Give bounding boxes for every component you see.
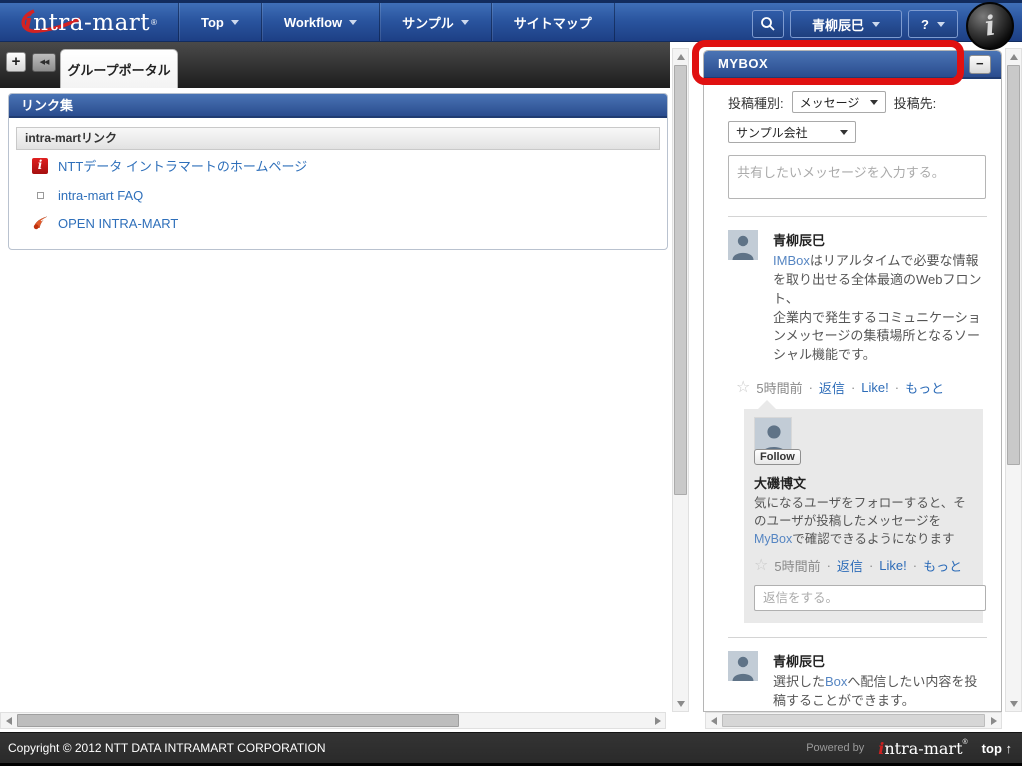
scrollbar-thumb[interactable] (17, 714, 459, 727)
timeline-post: 青柳辰巳 IMBoxはリアルタイムで必要な情報を取り出せる全体最適のWebフロン… (704, 217, 1001, 397)
post-type-label: 投稿種別: (728, 93, 784, 112)
favorite-star-icon[interactable]: ☆ (754, 558, 768, 574)
main-horizontal-scrollbar[interactable] (0, 712, 666, 729)
dropdown-arrow-icon (840, 130, 848, 135)
reply-link[interactable]: 返信 (819, 378, 845, 397)
logo-text: intra-mart (24, 9, 150, 36)
chevron-down-icon (461, 20, 469, 25)
more-link[interactable]: もっと (923, 556, 962, 575)
reply-input[interactable] (754, 585, 986, 611)
post-author: 大磯博文 (754, 473, 973, 492)
collapse-tabs-button[interactable]: ◀◀ (32, 53, 56, 72)
post-to-label: 投稿先: (894, 93, 937, 112)
post-type-select[interactable]: メッセージ (792, 91, 886, 113)
scroll-up-icon[interactable] (1010, 54, 1018, 60)
list-item: intra-mart FAQ (16, 181, 660, 209)
list-item: OPEN INTRA-MART (16, 209, 660, 237)
intra-mart-red-icon: i (32, 158, 48, 174)
square-outline-icon (32, 187, 48, 203)
scrollbar-thumb[interactable] (722, 714, 985, 727)
link-ntt-data-homepage[interactable]: NTTデータ イントラマートのホームページ (58, 156, 307, 175)
post-to-select[interactable]: サンプル会社 (728, 121, 856, 143)
footer-intra-mart-logo: intra-mart® (878, 739, 967, 758)
post-text: 気になるユーザをフォローすると、そのユーザが投稿したメッセージをMyBoxで確認… (754, 494, 973, 548)
intra-mart-emblem-icon: i (966, 2, 1014, 50)
powered-by-label: Powered by (806, 742, 864, 754)
copyright-text: Copyright © 2012 NTT DATA INTRAMART CORP… (8, 741, 326, 755)
post-author: 青柳辰巳 (773, 651, 989, 670)
user-menu-button[interactable]: 青柳辰巳 (790, 10, 902, 38)
timeline-post: 青柳辰巳 選択したBoxへ配信したい内容を投稿することができます。 投稿先の初期… (704, 638, 1001, 712)
follow-suggestion-card: Follow 大磯博文 気になるユーザをフォローすると、そのユーザが投稿したメッ… (744, 409, 983, 623)
links-section-header: intra-martリンク (16, 127, 660, 150)
post-author: 青柳辰巳 (773, 230, 989, 249)
links-portlet-title: リンク集 (9, 94, 667, 118)
menu-item-top[interactable]: Top (178, 3, 261, 41)
tab-strip: + ◀◀ グループポータル (0, 42, 670, 88)
menu-item-workflow[interactable]: Workflow (261, 3, 379, 41)
like-link[interactable]: Like! (879, 558, 906, 573)
post-timestamp: 5時間前 (756, 378, 802, 397)
link-open-intra-mart[interactable]: OPEN INTRA-MART (58, 216, 178, 231)
scrollbar-thumb[interactable] (1007, 65, 1020, 465)
logo-registered-mark: ® (151, 18, 157, 27)
follow-button[interactable]: Follow (754, 449, 801, 465)
search-button[interactable] (752, 10, 784, 38)
mybox-horizontal-scrollbar[interactable] (705, 712, 1002, 729)
scroll-right-icon[interactable] (991, 717, 997, 725)
main-menu: Top Workflow サンプル サイトマップ (178, 3, 615, 41)
message-input[interactable] (728, 155, 986, 199)
link-intra-mart-faq[interactable]: intra-mart FAQ (58, 188, 143, 203)
page-vertical-scrollbar[interactable] (1005, 48, 1022, 712)
mybox-title-bar: MYBOX − (704, 51, 1001, 79)
search-icon (760, 16, 776, 32)
scroll-up-icon[interactable] (677, 54, 685, 60)
chevron-down-icon (349, 20, 357, 25)
avatar (728, 651, 758, 681)
scroll-left-icon[interactable] (6, 717, 12, 725)
scroll-down-icon[interactable] (677, 701, 685, 707)
chevron-down-icon (872, 22, 880, 27)
mybox-title: MYBOX (718, 56, 768, 71)
chevron-down-icon (231, 20, 239, 25)
back-to-top-link[interactable]: top ↑ (982, 741, 1012, 756)
post-text: 企業内で発生するコミュニケーションメッセージの集積場所となるソーシャル機能です。 (773, 309, 989, 366)
scroll-down-icon[interactable] (1010, 701, 1018, 707)
top-navigation-bar: intra-mart ® Top Workflow サンプル サイトマップ 青柳… (0, 0, 1022, 42)
scroll-right-icon[interactable] (655, 717, 661, 725)
post-text: 選択したBoxへ配信したい内容を投稿することができます。 (773, 673, 989, 711)
like-link[interactable]: Like! (861, 380, 888, 395)
tab-group-portal[interactable]: グループポータル (60, 49, 178, 88)
mybox-portlet: MYBOX − 投稿種別: メッセージ 投稿先: サンプル会社 (703, 50, 1002, 712)
page-footer: Copyright © 2012 NTT DATA INTRAMART CORP… (0, 732, 1022, 766)
speech-notch (758, 400, 776, 409)
reply-link[interactable]: 返信 (837, 556, 863, 575)
main-vertical-scrollbar[interactable] (672, 48, 689, 712)
post-text: IMBoxはリアルタイムで必要な情報を取り出せる全体最適のWebフロント、 (773, 252, 989, 309)
post-timestamp: 5時間前 (774, 556, 820, 575)
list-item: i NTTデータ イントラマートのホームページ (16, 150, 660, 181)
favorite-star-icon[interactable]: ☆ (736, 380, 750, 396)
minimize-button[interactable]: − (969, 55, 991, 74)
chevron-down-icon (937, 22, 945, 27)
intra-mart-logo: intra-mart ® (0, 3, 178, 41)
scroll-left-icon[interactable] (711, 717, 717, 725)
scrollbar-thumb[interactable] (674, 65, 687, 495)
add-tab-button[interactable]: + (6, 52, 26, 72)
menu-item-sample[interactable]: サンプル (379, 3, 491, 41)
more-link[interactable]: もっと (905, 378, 944, 397)
help-menu-button[interactable]: ? (908, 10, 958, 38)
links-portlet: リンク集 intra-martリンク i NTTデータ イントラマートのホームペ… (8, 93, 668, 250)
open-intra-mart-swoosh-icon (32, 215, 48, 231)
dropdown-arrow-icon (870, 100, 878, 105)
menu-item-sitemap[interactable]: サイトマップ (491, 3, 615, 41)
avatar (728, 230, 758, 260)
